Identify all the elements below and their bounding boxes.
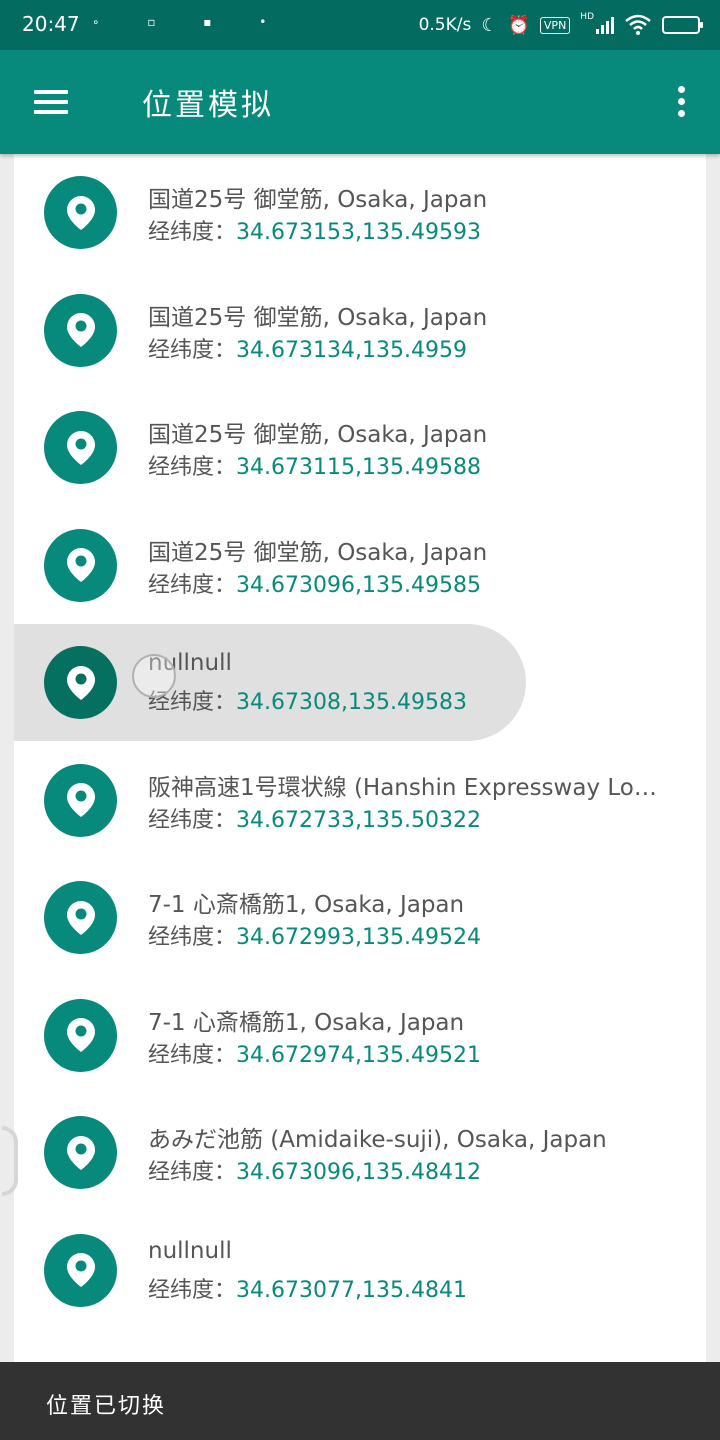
coord-label: 经纬度： (148, 455, 237, 480)
list-item[interactable]: nullnull 经纬度：34.673077,135.4841 (14, 1212, 706, 1329)
location-coords: 经纬度：34.673134,135.4959 (148, 332, 467, 364)
location-pin-icon (44, 176, 117, 249)
list-item[interactable]: 国道25号 御堂筋, Osaka, Japan 经纬度：34.673153,13… (14, 154, 706, 271)
location-coords: 经纬度：34.673077,135.4841 (148, 1272, 467, 1304)
location-coords: 经纬度：34.673115,135.49588 (148, 449, 481, 481)
location-title: nullnull (148, 650, 232, 676)
coord-value: 34.673115,135.49588 (236, 455, 481, 480)
location-coords: 经纬度：34.67308,135.49583 (148, 684, 467, 716)
coord-value: 34.673134,135.4959 (236, 337, 467, 363)
coord-label: 经纬度： (148, 1042, 237, 1068)
location-title: 国道25号 御堂筋, Osaka, Japan (148, 422, 488, 448)
battery-text: 29 (673, 18, 689, 31)
location-coords: 经纬度：34.673096,135.48412 (148, 1154, 481, 1186)
list-item[interactable]: nullnull 经纬度：34.67308,135.49583 (14, 624, 706, 741)
location-title: 国道25号 御堂筋, Osaka, Japan (148, 304, 488, 331)
location-pin-icon (44, 528, 117, 602)
location-list: 国道25号 御堂筋, Osaka, Japan 经纬度：34.673153,13… (14, 154, 706, 1362)
coord-label: 经纬度： (148, 807, 237, 833)
list-item[interactable]: 7-1 心斎橋筋1, Osaka, Japan 经纬度：34.672993,13… (14, 859, 706, 976)
coord-value: 34.672993,135.49524 (236, 925, 481, 950)
coord-label: 经纬度： (148, 1277, 237, 1303)
wifi-icon (625, 14, 651, 35)
coord-label: 经纬度： (148, 220, 237, 245)
list-item[interactable]: 阪神高速1号環状線 (Hanshin Expressway Loop Route… (14, 742, 706, 859)
edge-swipe-handle[interactable] (2, 1126, 18, 1196)
battery-icon: 29 (662, 16, 703, 34)
location-title: 7-1 心斎橋筋1, Osaka, Japan (148, 892, 465, 918)
coord-label: 经纬度： (148, 337, 237, 363)
menu-icon[interactable] (30, 86, 72, 118)
location-coords: 经纬度：34.672733,135.50322 (148, 802, 481, 834)
alarm-icon: ⏰ (507, 14, 530, 36)
location-pin-icon (44, 293, 117, 367)
location-title: あみだ池筋 (Amidaike-suji), Osaka, Japan (148, 1127, 607, 1153)
location-pin-icon (44, 763, 117, 837)
list-item[interactable]: 国道25号 御堂筋, Osaka, Japan 经纬度：34.673096,13… (14, 507, 706, 624)
location-coords: 经纬度：34.673096,135.49585 (148, 567, 481, 599)
snackbar-message: 位置已切换 (46, 1394, 167, 1419)
location-coords: 经纬度：34.672974,135.49521 (148, 1037, 481, 1069)
signal-icon (596, 16, 614, 34)
location-pin-icon (44, 998, 117, 1072)
coord-value: 34.67308,135.49583 (236, 690, 467, 715)
location-title: 7-1 心斎橋筋1, Osaka, Japan (148, 1009, 465, 1036)
moon-icon: ☾ (481, 14, 498, 36)
snackbar: 位置已切换 (0, 1362, 720, 1440)
location-pin-icon (44, 411, 117, 484)
status-bar: 20:47 ∘ ▫ ▪ • 0.5K/s ☾ ⏰ VPN HD 29 (0, 0, 720, 50)
coord-label: 经纬度： (148, 572, 237, 598)
location-coords: 经纬度：34.673153,135.49593 (148, 214, 481, 246)
location-pin-icon (44, 646, 117, 719)
status-right: 0.5K/s ☾ ⏰ VPN HD 29 (418, 10, 703, 40)
coord-value: 34.673096,135.49585 (236, 572, 481, 598)
location-pin-icon (44, 1233, 117, 1307)
notification-icons: ∘ ▫ ▪ • (92, 15, 289, 29)
location-pin-icon (44, 881, 117, 954)
location-title: 阪神高速1号環状線 (Hanshin Expressway Loop Route… (148, 774, 668, 801)
coord-value: 34.673077,135.4841 (236, 1277, 467, 1303)
coord-label: 经纬度： (148, 1160, 237, 1185)
more-options-icon[interactable] (666, 80, 696, 124)
location-title: nullnull (148, 1237, 232, 1264)
app-bar: 位置模拟 (0, 50, 720, 154)
status-time: 20:47 (22, 12, 80, 36)
coord-value: 34.673153,135.49593 (236, 220, 481, 245)
list-item[interactable]: 国道25号 御堂筋, Osaka, Japan 经纬度：34.673115,13… (14, 389, 706, 506)
list-item[interactable]: 国道25号 御堂筋, Osaka, Japan 经纬度：34.673134,13… (14, 272, 706, 389)
coord-value: 34.672974,135.49521 (236, 1042, 481, 1068)
page-title: 位置模拟 (142, 88, 274, 123)
coord-value: 34.672733,135.50322 (236, 807, 481, 833)
net-speed: 0.5K/s (418, 15, 472, 35)
coord-value: 34.673096,135.48412 (236, 1160, 481, 1185)
hd-label: HD (580, 12, 594, 22)
location-title: 国道25号 御堂筋, Osaka, Japan (148, 187, 488, 213)
list-item[interactable]: 7-1 心斎橋筋1, Osaka, Japan 经纬度：34.672974,13… (14, 977, 706, 1094)
coord-label: 经纬度： (148, 925, 237, 950)
touch-ripple (132, 654, 176, 698)
list-item[interactable]: あみだ池筋 (Amidaike-suji), Osaka, Japan 经纬度：… (14, 1094, 706, 1211)
location-pin-icon (44, 1116, 117, 1189)
vpn-icon: VPN (539, 16, 571, 34)
location-title: 国道25号 御堂筋, Osaka, Japan (148, 539, 488, 566)
location-coords: 经纬度：34.672993,135.49524 (148, 919, 481, 951)
